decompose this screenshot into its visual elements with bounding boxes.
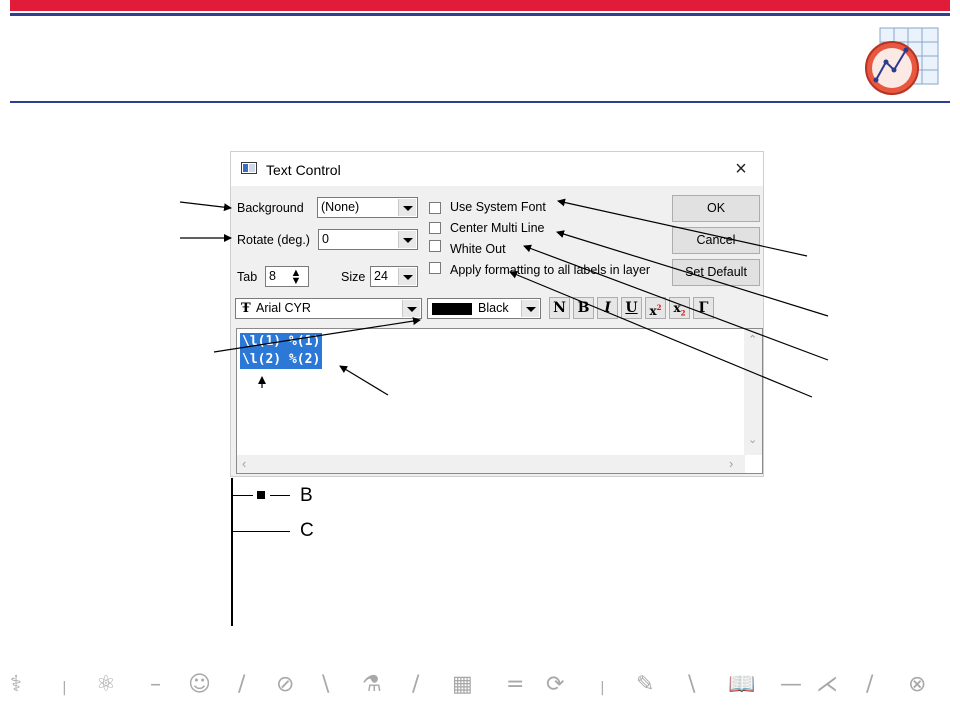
separator-icon: – — [150, 672, 161, 697]
separator-icon: | — [62, 680, 67, 696]
arrow-system-font — [557, 198, 808, 257]
separator-icon: = — [506, 672, 525, 697]
separator-icon: / — [866, 672, 874, 697]
arrow-white-out — [523, 244, 829, 361]
separator-icon: / — [238, 672, 246, 697]
writing-icon: ✎ — [636, 672, 655, 697]
book-icon: 📖 — [728, 672, 756, 697]
calculator-icon: ▦ — [452, 672, 473, 697]
separator-icon: / — [412, 672, 420, 697]
separator-icon: \ — [688, 672, 696, 697]
arrow-selected-text — [339, 365, 389, 396]
arrow-apply-formatting — [509, 270, 813, 398]
separator-icon: — — [780, 672, 802, 697]
flask-icon: ⚗ — [362, 672, 382, 697]
atom-cycle-icon: ⟳ — [546, 672, 565, 697]
lightbulb-head-icon: ☺ — [188, 672, 211, 697]
annotation-arrows — [179, 198, 829, 398]
arrow-background — [179, 201, 232, 212]
dna-icon: ⚕ — [10, 672, 22, 697]
compass-icon: ⊘ — [276, 672, 295, 697]
atom-icon: ⚛ — [96, 672, 116, 697]
separator-icon: \ — [322, 672, 330, 697]
arrow-font — [213, 317, 421, 353]
network-icon: ⋌ — [816, 672, 838, 697]
separator-icon: | — [600, 680, 605, 696]
basketball-icon: ⊗ — [908, 672, 927, 697]
